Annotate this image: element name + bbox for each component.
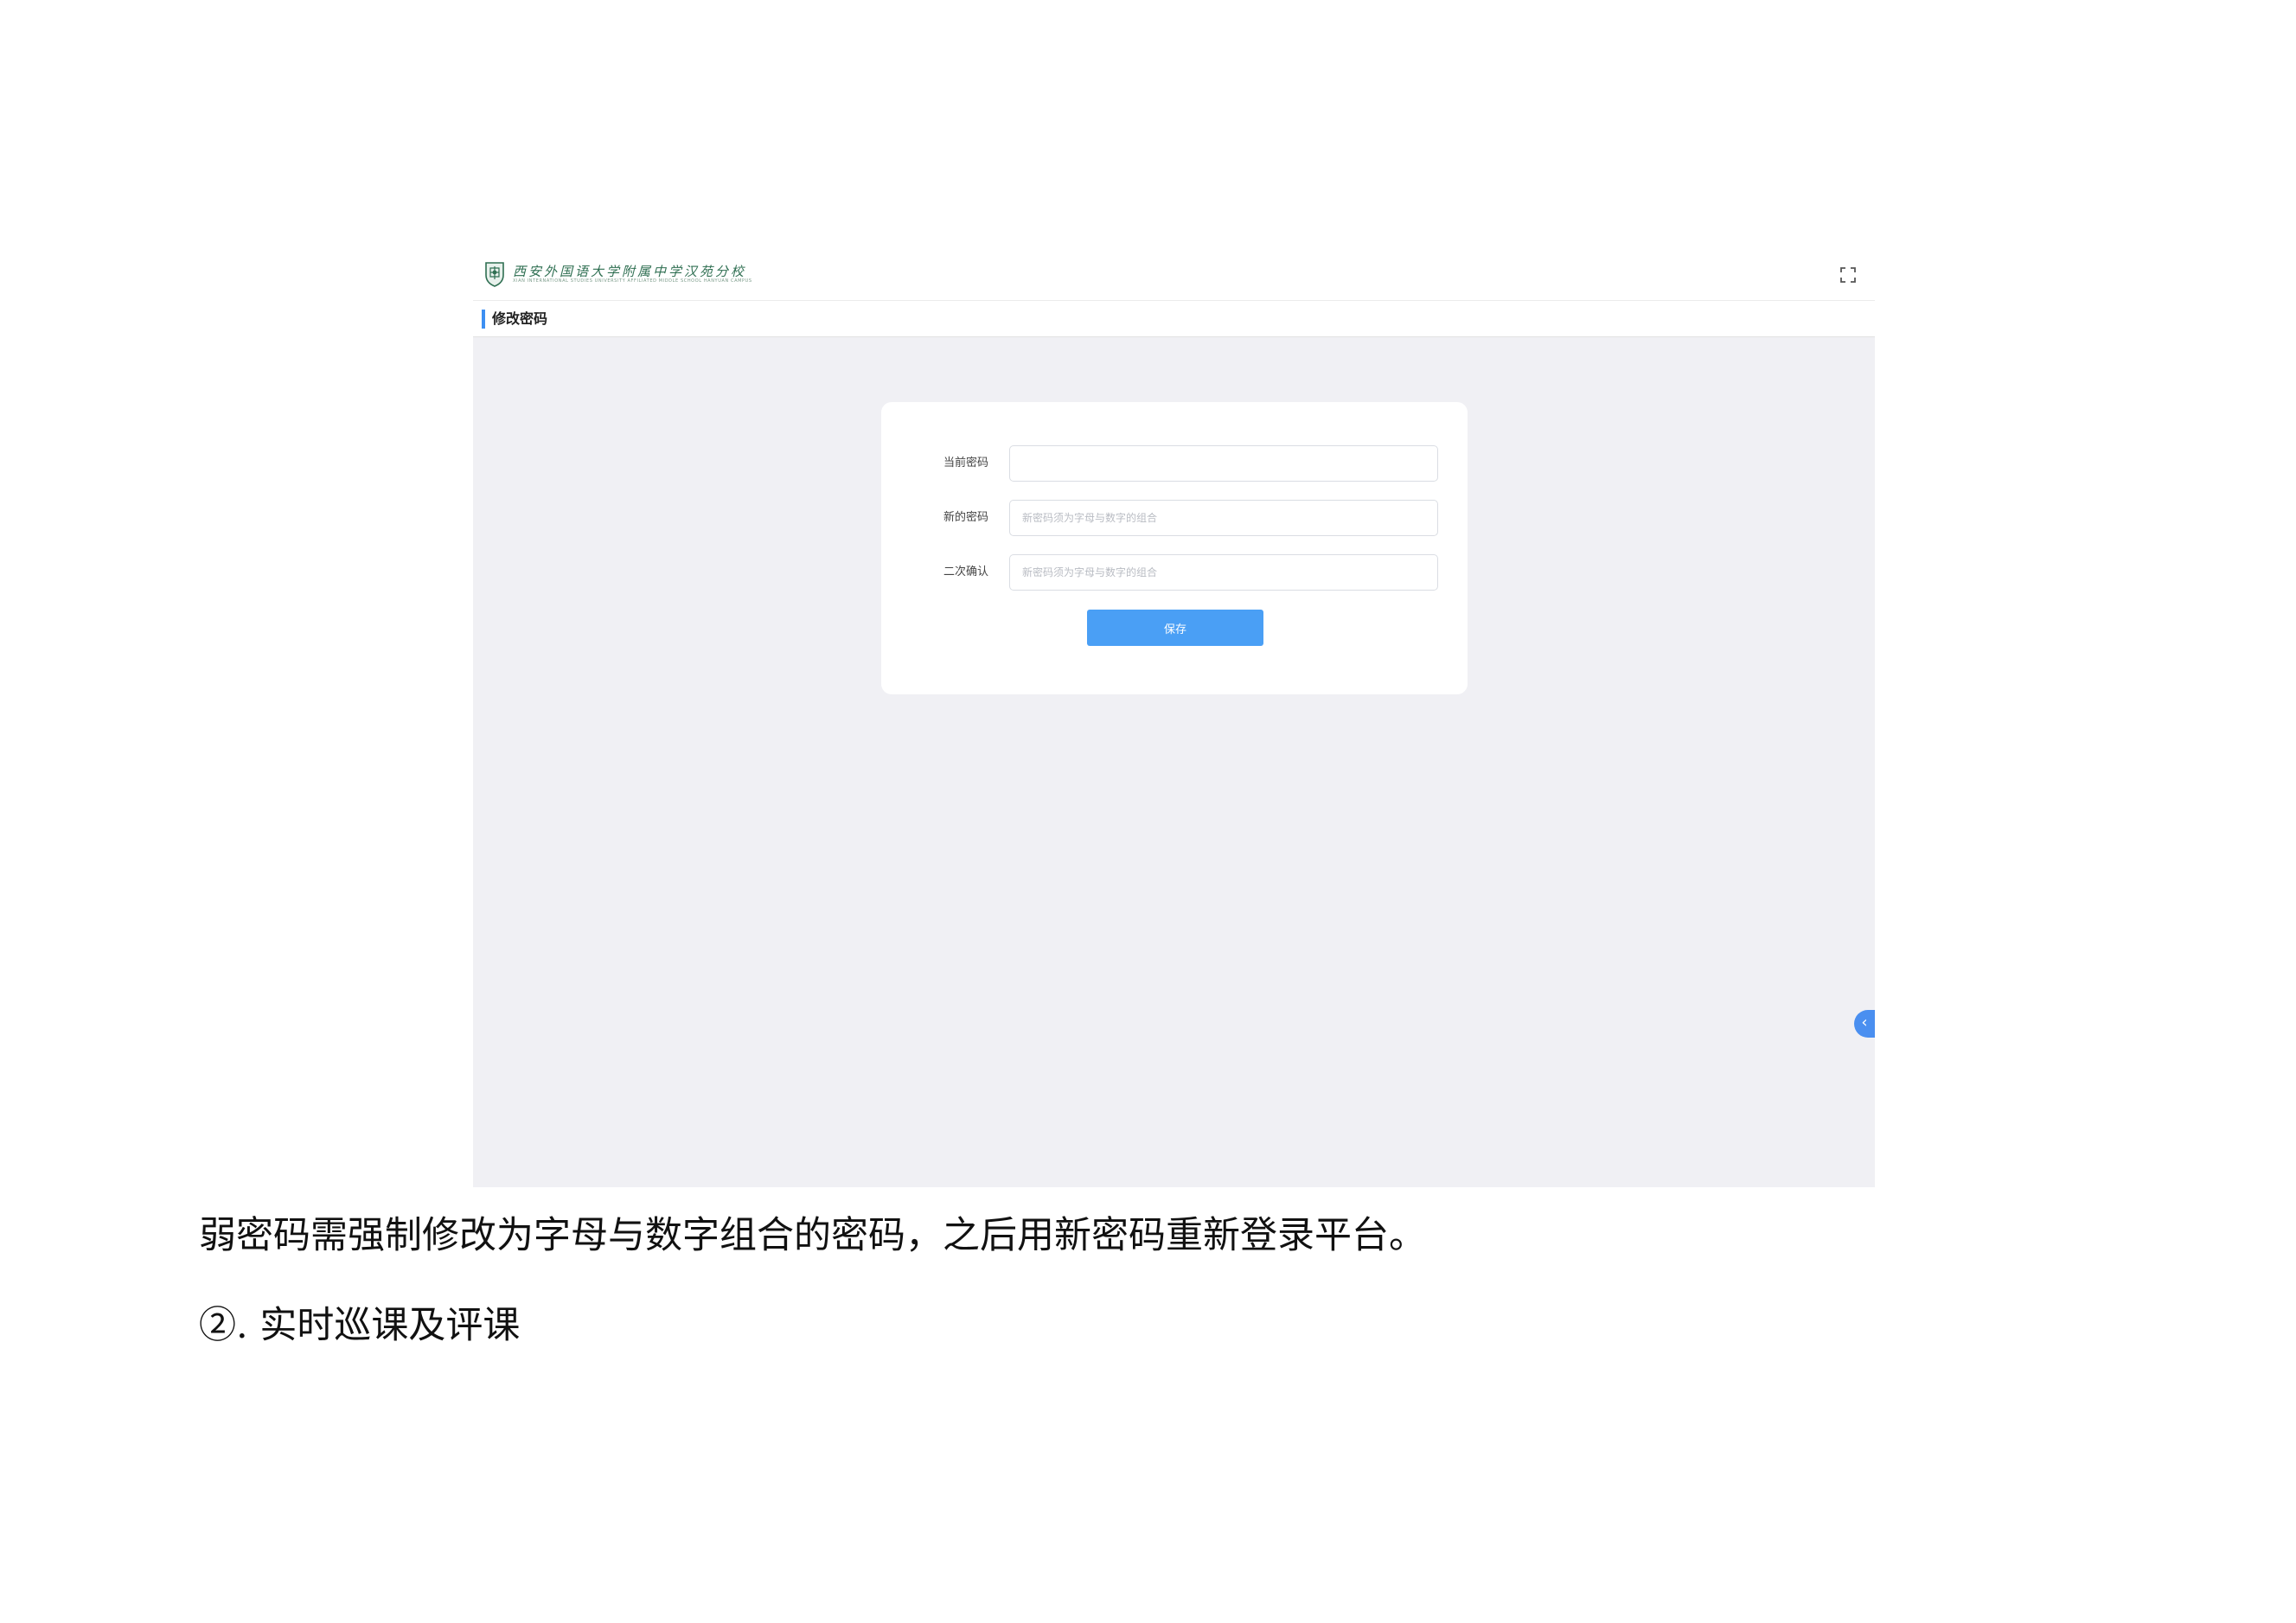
new-password-row: 新的密码 [912, 500, 1440, 536]
collapse-panel-button[interactable]: ‹ [1854, 1010, 1875, 1038]
school-logo: 西安外国语大学附属中学汉苑分校 XIAN INTERNATIONAL STUDI… [483, 260, 752, 288]
change-password-form: 当前密码 新的密码 二次确认 保存 [881, 402, 1468, 694]
document-paragraph-1: 弱密码需强制修改为字母与数字组合的密码，之后用新密码重新登录平台。 [199, 1214, 1426, 1257]
confirm-password-input[interactable] [1009, 554, 1438, 591]
document-section-heading: ②. 实时巡课及评课 [199, 1304, 521, 1347]
current-password-row: 当前密码 [912, 445, 1440, 482]
confirm-password-row: 二次确认 [912, 554, 1440, 591]
page-title: 修改密码 [492, 310, 548, 327]
save-button[interactable]: 保存 [1087, 610, 1263, 646]
new-password-label: 新的密码 [943, 511, 988, 524]
current-password-label: 当前密码 [943, 457, 988, 470]
title-accent-bar [482, 310, 485, 329]
confirm-password-label: 二次确认 [943, 565, 988, 578]
page-header: 修改密码 [473, 301, 1875, 337]
app-screenshot: 西安外国语大学附属中学汉苑分校 XIAN INTERNATIONAL STUDI… [473, 251, 1875, 1187]
school-name: 西安外国语大学附属中学汉苑分校 [513, 263, 747, 279]
new-password-input[interactable] [1009, 500, 1438, 536]
current-password-input[interactable] [1009, 445, 1438, 482]
school-name-english: XIAN INTERNATIONAL STUDIES UNIVERSITY AF… [513, 278, 752, 284]
fullscreen-icon[interactable] [1839, 265, 1858, 284]
school-emblem-icon [485, 262, 504, 287]
logo-text: 西安外国语大学附属中学汉苑分校 XIAN INTERNATIONAL STUDI… [513, 265, 752, 284]
top-bar: 西安外国语大学附属中学汉苑分校 XIAN INTERNATIONAL STUDI… [473, 251, 1875, 301]
